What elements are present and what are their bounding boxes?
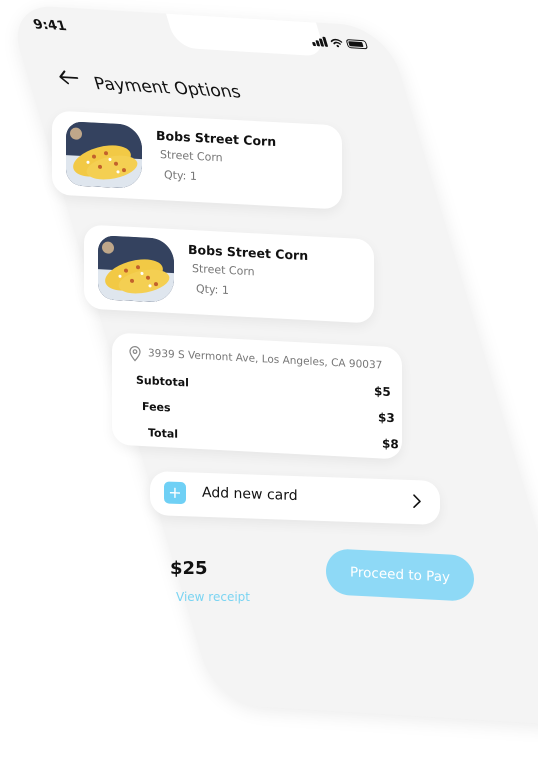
status-time: 9:41 bbox=[31, 17, 69, 35]
item-subtitle: Street Corn bbox=[160, 148, 223, 165]
item-subtitle: Street Corn bbox=[192, 262, 255, 279]
food-thumbnail bbox=[66, 121, 142, 190]
location-pin-icon bbox=[129, 346, 141, 362]
subtotal-label: Subtotal bbox=[136, 373, 189, 390]
mockup-stage: 9:41 Payment Options Bobs Street Corn St… bbox=[0, 0, 538, 762]
order-summary-card: 3939 S Vermont Ave, Los Angeles, CA 9003… bbox=[112, 332, 402, 460]
subtotal-value: $5 bbox=[374, 384, 391, 400]
chevron-right-icon bbox=[413, 494, 421, 508]
fees-label: Fees bbox=[142, 399, 171, 415]
order-total-amount: $25 bbox=[170, 558, 208, 579]
item-name: Bobs Street Corn bbox=[188, 241, 309, 264]
proceed-to-pay-button[interactable]: Proceed to Pay bbox=[326, 548, 474, 602]
fees-value: $3 bbox=[378, 410, 395, 426]
order-item-card[interactable]: Bobs Street Corn Street Corn Qty: 1 bbox=[52, 110, 342, 210]
battery-icon bbox=[345, 38, 369, 49]
order-item-card[interactable]: Bobs Street Corn Street Corn Qty: 1 bbox=[84, 224, 374, 324]
total-label: Total bbox=[148, 426, 179, 441]
item-name: Bobs Street Corn bbox=[156, 127, 277, 150]
signal-icon bbox=[310, 36, 329, 47]
view-receipt-link[interactable]: View receipt bbox=[176, 590, 250, 604]
delivery-address: 3939 S Vermont Ave, Los Angeles, CA 9003… bbox=[148, 347, 383, 372]
plus-icon: + bbox=[164, 481, 186, 505]
phone-notch bbox=[166, 13, 327, 57]
food-thumbnail bbox=[98, 235, 174, 304]
back-arrow-icon[interactable] bbox=[55, 68, 82, 87]
wifi-icon bbox=[330, 38, 343, 47]
add-card-label: Add new card bbox=[202, 484, 298, 505]
total-value: $8 bbox=[382, 436, 399, 452]
item-quantity: Qty: 1 bbox=[196, 282, 229, 297]
page-title: Payment Options bbox=[91, 73, 244, 103]
item-quantity: Qty: 1 bbox=[164, 168, 197, 183]
